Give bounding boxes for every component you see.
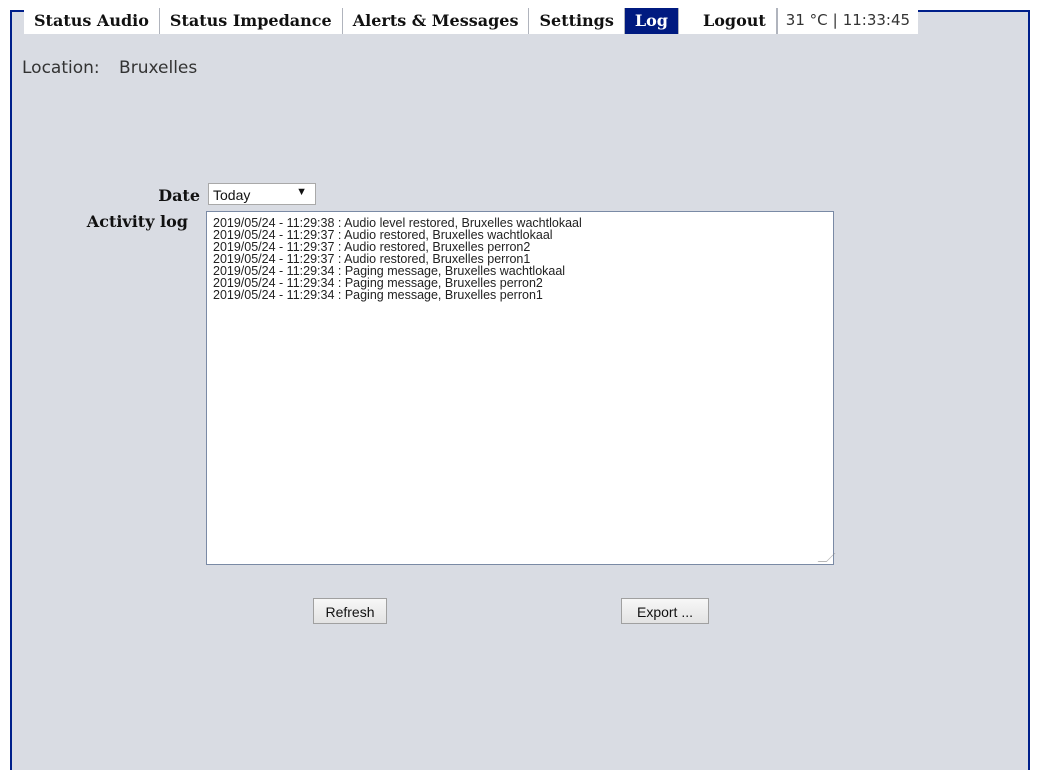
- tab-log[interactable]: Log: [624, 8, 679, 34]
- resize-grip-icon[interactable]: [817, 553, 836, 562]
- export-button[interactable]: Export ...: [621, 598, 709, 624]
- logout-link[interactable]: Logout: [679, 8, 777, 34]
- tab-status-impedance[interactable]: Status Impedance: [160, 8, 343, 34]
- tab-status-audio[interactable]: Status Audio: [24, 8, 160, 34]
- activity-log-textarea[interactable]: 2019/05/24 - 11:29:38 : Audio level rest…: [206, 211, 836, 565]
- date-selected-value: Today: [213, 187, 251, 203]
- location-info: Location: Bruxelles: [22, 58, 197, 78]
- time-readout: 11:33:45: [842, 11, 911, 29]
- status-separator: |: [832, 11, 838, 29]
- temperature-readout: 31 °C: [785, 11, 828, 29]
- date-select[interactable]: Today ▼: [208, 183, 316, 205]
- log-entry: 2019/05/24 - 11:29:34 : Paging message, …: [213, 288, 543, 302]
- refresh-button[interactable]: Refresh: [313, 598, 387, 624]
- status-readout: 31 °C | 11:33:45: [776, 8, 918, 34]
- location-value: Bruxelles: [119, 58, 198, 78]
- chevron-down-icon: ▼: [296, 186, 307, 198]
- top-nav: Status Audio Status Impedance Alerts & M…: [24, 8, 919, 34]
- tab-alerts-messages[interactable]: Alerts & Messages: [343, 8, 530, 34]
- tab-settings[interactable]: Settings: [529, 8, 625, 34]
- activity-log-label: Activity log: [86, 212, 188, 231]
- location-label: Location:: [22, 58, 100, 78]
- date-label: Date: [158, 186, 200, 205]
